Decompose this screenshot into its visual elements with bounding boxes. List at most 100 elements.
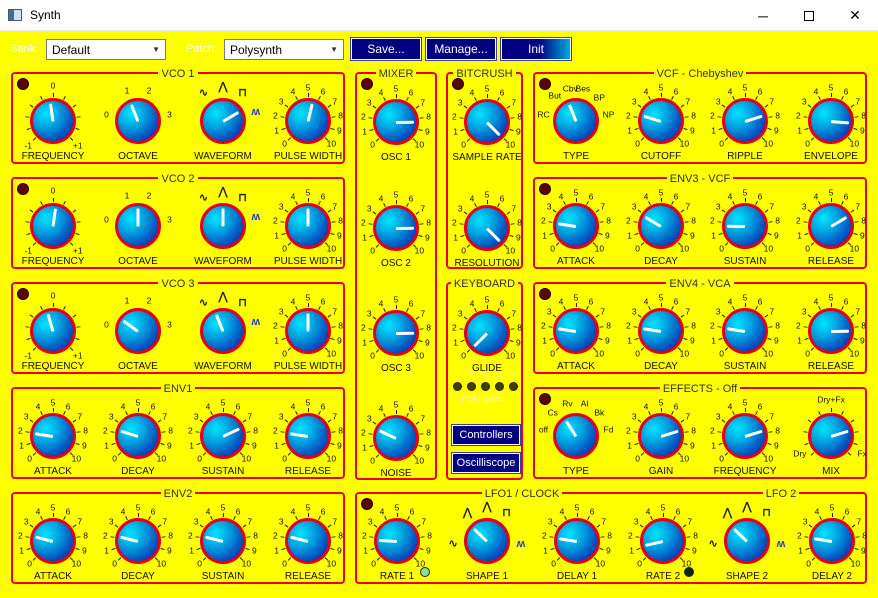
knob-octave[interactable] (115, 98, 161, 144)
panel-enable-led[interactable] (361, 498, 373, 510)
polygate-led[interactable] (467, 382, 476, 391)
knob-ripple[interactable] (722, 98, 768, 144)
square-wave-icon: ⊓ (762, 507, 771, 520)
knob-release[interactable] (808, 203, 854, 249)
scale-label-6: 6 (757, 86, 763, 97)
scale-label-1: 1 (19, 440, 24, 451)
scale-label-6: 6 (408, 298, 414, 309)
scale-label-8: 8 (338, 320, 343, 331)
knob-cutoff[interactable] (638, 98, 684, 144)
scale-tick (660, 303, 662, 307)
knob-decay[interactable] (638, 203, 684, 249)
scale-label-5: 5 (660, 502, 666, 513)
knob-release[interactable] (285, 518, 331, 564)
knob-frequency[interactable] (722, 413, 768, 459)
knob-type[interactable] (553, 413, 599, 459)
knob-frequency[interactable] (30, 98, 76, 144)
panel-enable-led[interactable] (539, 183, 551, 195)
scale-label-3: 3 (547, 516, 553, 527)
knob-shape-1[interactable] (464, 518, 510, 564)
scale-label-2: 2 (273, 110, 278, 121)
knob-label: ATTACK (34, 466, 72, 477)
patch-select[interactable]: Polysynth ▼ (224, 39, 344, 60)
scale-label-9: 9 (337, 545, 342, 556)
polygate-led[interactable] (453, 382, 462, 391)
panel-enable-led[interactable] (17, 183, 29, 195)
knob-pointer (395, 120, 415, 124)
close-button[interactable]: ✕ (832, 0, 878, 31)
knob-gain[interactable] (638, 413, 684, 459)
scale-label-2: 2 (796, 320, 801, 331)
knob-pulse-width[interactable] (285, 308, 331, 354)
manage-button[interactable]: Manage... (425, 37, 497, 61)
init-button[interactable]: Init (500, 37, 572, 61)
scale-label-6: 6 (844, 506, 850, 517)
panel-enable-led[interactable] (361, 78, 373, 90)
knob-envelope[interactable] (808, 98, 854, 144)
controllers-button[interactable]: Controllers (451, 424, 521, 446)
panel-enable-led[interactable] (539, 288, 551, 300)
knob-noise[interactable] (373, 415, 419, 461)
scale-label-0: 0 (461, 139, 467, 150)
knob-decay[interactable] (115, 413, 161, 459)
knob-delay-1[interactable] (554, 518, 600, 564)
polygate-led[interactable] (509, 382, 518, 391)
knob-sustain[interactable] (200, 413, 246, 459)
knob-attack[interactable] (553, 203, 599, 249)
panel-enable-led[interactable] (17, 288, 29, 300)
knob-waveform[interactable] (200, 98, 246, 144)
knob-waveform[interactable] (200, 308, 246, 354)
scale-label-7: 7 (600, 201, 606, 212)
knob-attack[interactable] (553, 308, 599, 354)
knob-pulse-width[interactable] (285, 203, 331, 249)
knob-frequency[interactable] (30, 308, 76, 354)
knob-type[interactable] (553, 98, 599, 144)
knob-release[interactable] (285, 413, 331, 459)
polygate-led[interactable] (495, 382, 504, 391)
knob-attack[interactable] (30, 413, 76, 459)
minimize-button[interactable]: ─ (740, 0, 786, 31)
knob-sustain[interactable] (722, 308, 768, 354)
scale-label-5: 5 (305, 397, 311, 408)
polygate-led[interactable] (481, 382, 490, 391)
panel-enable-led[interactable] (452, 78, 464, 90)
knob-waveform[interactable] (200, 203, 246, 249)
knob-rate-2[interactable] (640, 518, 686, 564)
knob-mix[interactable] (808, 413, 854, 459)
sine-wave-icon: ∿ (708, 537, 718, 550)
save-button[interactable]: Save... (350, 37, 422, 61)
knob-delay-2[interactable] (809, 518, 855, 564)
knob-resolution[interactable] (464, 205, 510, 251)
knob-octave[interactable] (115, 308, 161, 354)
scale-tick (744, 198, 746, 202)
knob-pulse-width[interactable] (285, 98, 331, 144)
knob-osc-1[interactable] (373, 99, 419, 145)
scale-label-1: 1 (362, 442, 367, 453)
knob-osc-2[interactable] (373, 205, 419, 251)
knob-octave[interactable] (115, 203, 161, 249)
knob-frequency[interactable] (30, 203, 76, 249)
panel-enable-led[interactable] (539, 78, 551, 90)
bank-select[interactable]: Default ▼ (46, 39, 166, 60)
scale-label-1: 1 (274, 125, 279, 136)
knob-decay[interactable] (115, 518, 161, 564)
knob-shape-2[interactable] (724, 518, 770, 564)
knob-osc-3[interactable] (373, 310, 419, 356)
maximize-button[interactable] (786, 0, 832, 31)
knob-sustain[interactable] (200, 518, 246, 564)
oscilloscope-button[interactable]: Oscilliscope (451, 452, 521, 474)
knob-decay[interactable] (638, 308, 684, 354)
scale-label-10: 10 (326, 138, 337, 149)
scale-label-1: 1 (453, 232, 458, 243)
knob-attack[interactable] (30, 518, 76, 564)
knob-rate-1[interactable] (374, 518, 420, 564)
knob-label: TYPE (562, 466, 590, 477)
knob-sustain[interactable] (722, 203, 768, 249)
knob-glide[interactable] (464, 310, 510, 356)
knob-sample-rate[interactable] (464, 99, 510, 145)
scale-label-0: 0 (635, 243, 641, 254)
knob-release[interactable] (808, 308, 854, 354)
panel-enable-led[interactable] (539, 393, 551, 405)
knob-label: CUTOFF (640, 151, 682, 162)
panel-enable-led[interactable] (17, 78, 29, 90)
